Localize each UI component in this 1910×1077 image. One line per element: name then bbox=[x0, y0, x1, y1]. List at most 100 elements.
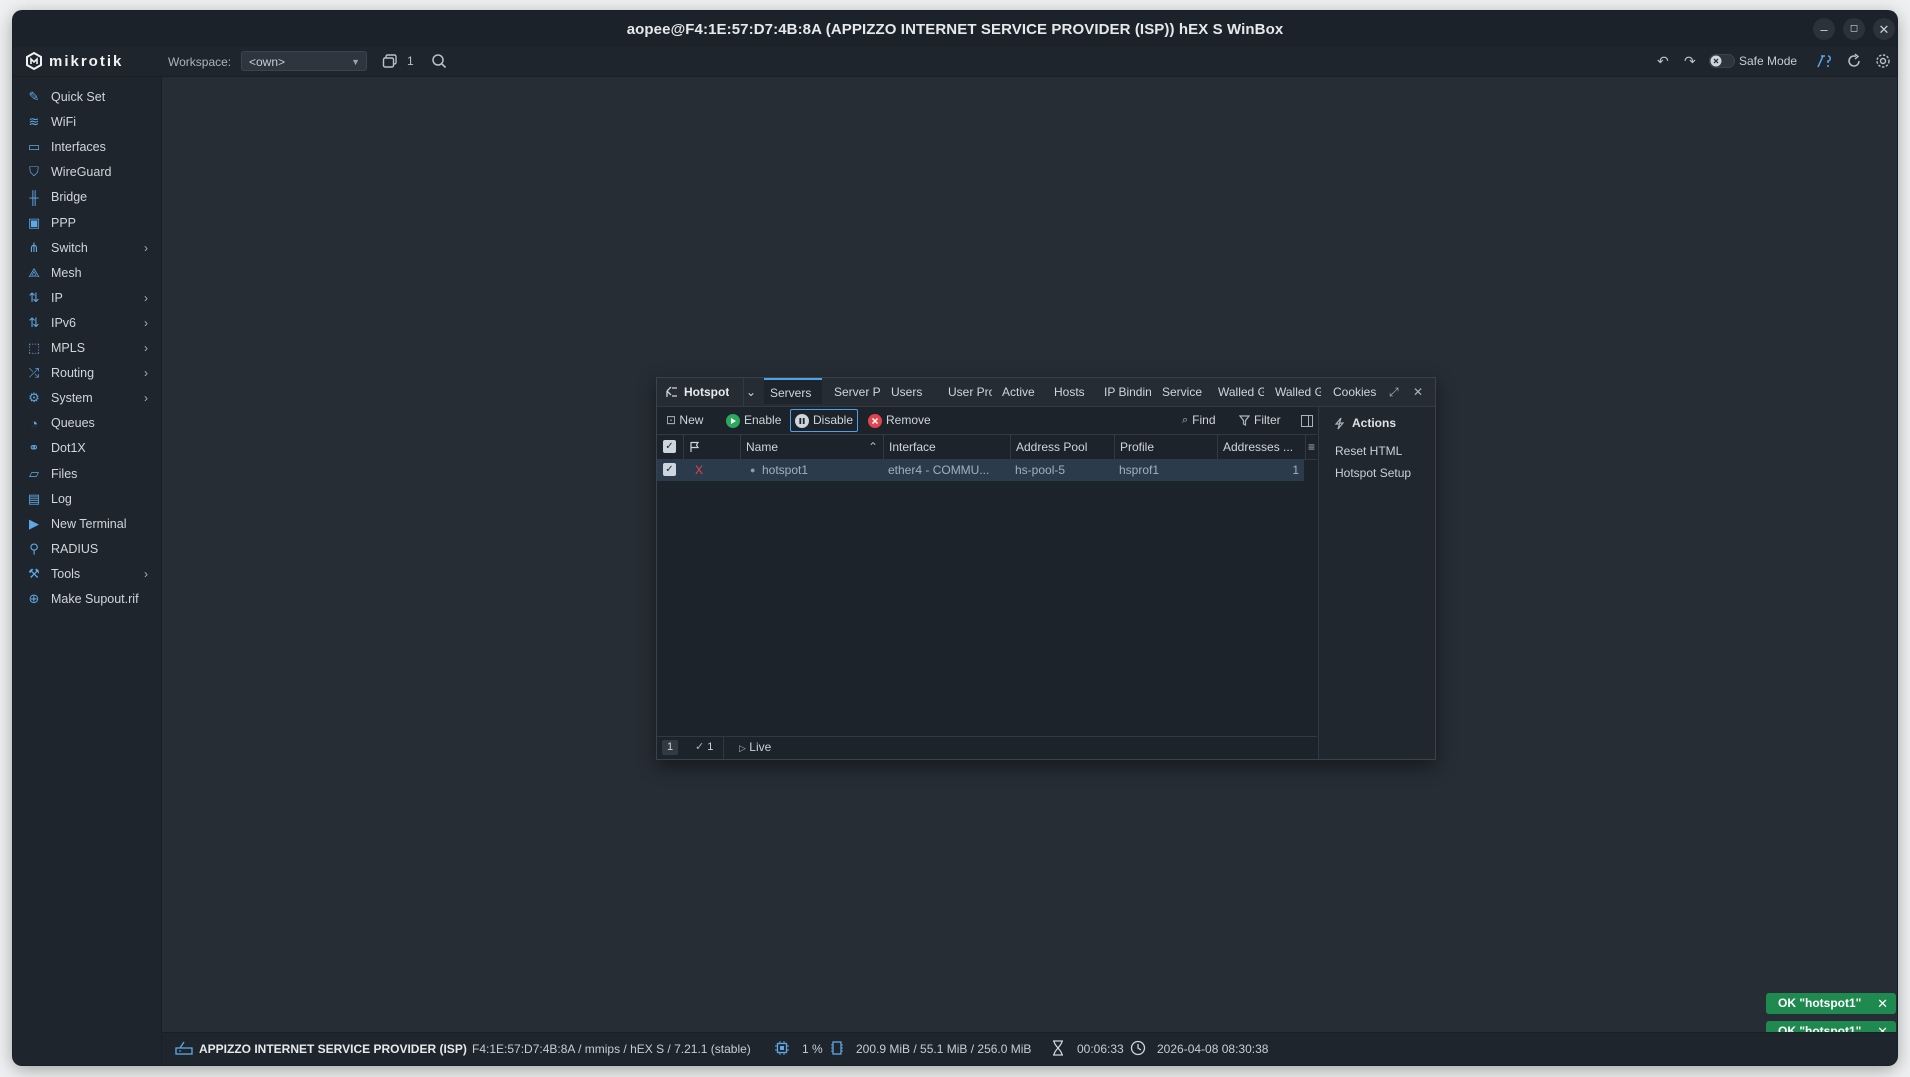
reset-html-action[interactable]: Reset HTML bbox=[1335, 444, 1402, 458]
safe-mode-label[interactable]: Safe Mode bbox=[1739, 54, 1797, 68]
find-label: Find bbox=[1192, 413, 1216, 427]
mesh-icon: ⟁ bbox=[28, 264, 40, 280]
disable-button[interactable]: Disable bbox=[790, 409, 859, 432]
dialog-close-icon[interactable]: ✕ bbox=[1413, 378, 1423, 406]
sidebar-item-wireguard[interactable]: ⛉ WireGuard bbox=[13, 160, 161, 184]
tab-hosts[interactable]: Hosts bbox=[1048, 378, 1093, 406]
sidebar-item-radius[interactable]: ⚲ RADIUS bbox=[13, 537, 161, 561]
sidebar-item-switch[interactable]: ⋔ Switch › bbox=[13, 236, 161, 260]
close-button[interactable]: ✕ bbox=[1873, 18, 1895, 40]
column-name[interactable]: Name ⌃ bbox=[740, 435, 883, 459]
column-interface-label: Interface bbox=[889, 440, 936, 454]
sidebar-item-system[interactable]: ⚙ System › bbox=[13, 386, 161, 410]
tools-icon: ⚒ bbox=[28, 565, 40, 581]
title-bar: aopee@F4:1E:57:D7:4B:8A (APPIZZO INTERNE… bbox=[13, 11, 1897, 47]
column-address-pool-label: Address Pool bbox=[1016, 440, 1088, 454]
sidebar-item-dot1x[interactable]: ⚭ Dot1X bbox=[13, 436, 161, 460]
undo-icon[interactable]: ↶ bbox=[1657, 53, 1669, 70]
toast-text: OK "hotspot1" bbox=[1778, 996, 1862, 1010]
hotspot-setup-action[interactable]: Hotspot Setup bbox=[1335, 466, 1411, 480]
column-address-pool[interactable]: Address Pool bbox=[1010, 435, 1114, 459]
tab-server-p[interactable]: Server P bbox=[828, 378, 880, 406]
flag-icon bbox=[690, 441, 700, 452]
hotspot-icon bbox=[666, 386, 677, 397]
hotspot-window: Hotspot ⌄ Servers Server P Users User Pro Ac… bbox=[656, 377, 1436, 760]
tab-servers[interactable]: Servers bbox=[764, 378, 822, 404]
columns-icon[interactable] bbox=[1301, 411, 1313, 430]
sidebar-item-tools[interactable]: ⚒ Tools › bbox=[13, 562, 161, 586]
tab-user-pro[interactable]: User Pro bbox=[942, 378, 992, 406]
tab-walled-g[interactable]: Walled G bbox=[1269, 378, 1321, 406]
chevron-right-icon: › bbox=[144, 290, 148, 305]
minimize-icon: – bbox=[1820, 21, 1828, 37]
filter-button[interactable]: Filter bbox=[1239, 411, 1281, 430]
sidebar-item-mesh[interactable]: ⟁ Mesh bbox=[13, 261, 161, 285]
hotspot-menu-chevron-icon[interactable]: ⌄ bbox=[743, 378, 758, 406]
row-checkbox[interactable]: ✓ bbox=[663, 463, 676, 476]
tab-cookies[interactable]: Cookies bbox=[1327, 378, 1381, 406]
sidebar-item-label: PPP bbox=[51, 215, 77, 230]
gear-icon[interactable] bbox=[1875, 53, 1891, 69]
sidebar-item-log[interactable]: ▤ Log bbox=[13, 487, 161, 511]
new-button[interactable]: ⊡ New bbox=[666, 411, 703, 430]
maximize-button[interactable]: ◻ bbox=[1843, 18, 1865, 40]
disable-label: Disable bbox=[813, 413, 854, 427]
sidebar-item-routing[interactable]: ⤮ Routing › bbox=[13, 361, 161, 385]
row-name: hotspot1 bbox=[762, 463, 809, 477]
sidebar-item-label: Routing bbox=[51, 366, 95, 381]
sidebar-item-mpls[interactable]: ⬚ MPLS › bbox=[13, 336, 161, 360]
sidebar-item-bridge[interactable]: ╫ Bridge bbox=[13, 185, 161, 209]
tab-walled-g[interactable]: Walled G bbox=[1212, 378, 1264, 406]
windows-icon[interactable] bbox=[382, 53, 398, 69]
sidebar-item-new-terminal[interactable]: ▶ New Terminal bbox=[13, 512, 161, 536]
ip-icon: ⇅ bbox=[28, 289, 40, 305]
lightning-icon bbox=[1334, 417, 1345, 429]
column-addresses[interactable]: Addresses ... bbox=[1217, 435, 1305, 459]
sidebar-item-ipv6[interactable]: ⇅ IPv6 › bbox=[13, 311, 161, 335]
live-button[interactable]: ▷ Live bbox=[739, 740, 771, 756]
toast-close-icon[interactable]: ✕ bbox=[1877, 993, 1888, 1014]
search-icon[interactable] bbox=[431, 53, 447, 69]
find-button[interactable]: ⌕ Find bbox=[1182, 411, 1216, 430]
column-interface[interactable]: Interface bbox=[883, 435, 1010, 459]
workspace-label: Workspace: bbox=[168, 55, 232, 69]
sidebar-item-wifi[interactable]: ≋ WiFi bbox=[13, 110, 161, 134]
clock-icon bbox=[1130, 1040, 1146, 1056]
logo-text: MikroTik bbox=[49, 52, 124, 70]
redo-icon[interactable]: ↷ bbox=[1684, 53, 1696, 70]
help-icon[interactable] bbox=[1815, 53, 1833, 69]
sidebar-item-quick-set[interactable]: ✎ Quick Set bbox=[13, 85, 161, 109]
tab-users[interactable]: Users bbox=[885, 378, 937, 406]
tab-active[interactable]: Active bbox=[996, 378, 1044, 406]
minimize-button[interactable]: – bbox=[1813, 18, 1835, 40]
expand-icon[interactable]: ⤢ bbox=[1389, 378, 1399, 406]
enable-button[interactable]: Enable bbox=[726, 411, 781, 430]
select-all-checkbox[interactable]: ✓ bbox=[663, 440, 676, 453]
switch-icon: ⋔ bbox=[28, 239, 40, 255]
sidebar-item-queues[interactable]: ◔ Queues bbox=[13, 411, 161, 435]
column-menu-icon[interactable]: ≡ bbox=[1305, 435, 1317, 459]
column-profile[interactable]: Profile bbox=[1114, 435, 1217, 459]
sidebar-item-label: Mesh bbox=[51, 265, 82, 280]
sidebar-item-files[interactable]: ▱ Files bbox=[13, 462, 161, 486]
refresh-icon[interactable] bbox=[1846, 53, 1862, 69]
sidebar-item-label: Make Supout.rif bbox=[51, 592, 139, 606]
sidebar-item-make-supout-rif[interactable]: ⊕ Make Supout.rif bbox=[13, 587, 161, 611]
sidebar-item-ip[interactable]: ⇅ IP › bbox=[13, 286, 161, 310]
row-address-pool: hs-pool-5 bbox=[1015, 463, 1066, 477]
sidebar-item-label: System bbox=[51, 391, 93, 406]
workspace-select[interactable]: <own> ▼ bbox=[241, 51, 367, 71]
sidebar-item-label: IPv6 bbox=[51, 315, 77, 330]
actions-header: Actions bbox=[1333, 416, 1396, 430]
table-row[interactable]: ✓ X ● hotspot1 ether4 - COMMU... hs-pool… bbox=[657, 459, 1304, 481]
sidebar-item-interfaces[interactable]: ▭ Interfaces bbox=[13, 135, 161, 159]
tab-ip-bindin[interactable]: IP Bindin bbox=[1098, 378, 1151, 406]
tab-service[interactable]: Service bbox=[1156, 378, 1207, 406]
sidebar-item-label: Bridge bbox=[51, 190, 88, 205]
chevron-right-icon: › bbox=[144, 391, 148, 406]
sidebar-item-label: Files bbox=[51, 466, 78, 481]
remove-button[interactable]: Remove bbox=[868, 411, 931, 430]
sidebar-item-ppp[interactable]: ▣ PPP bbox=[13, 211, 161, 235]
safe-mode-toggle[interactable] bbox=[1709, 54, 1735, 68]
flag-column-header[interactable] bbox=[683, 435, 740, 459]
